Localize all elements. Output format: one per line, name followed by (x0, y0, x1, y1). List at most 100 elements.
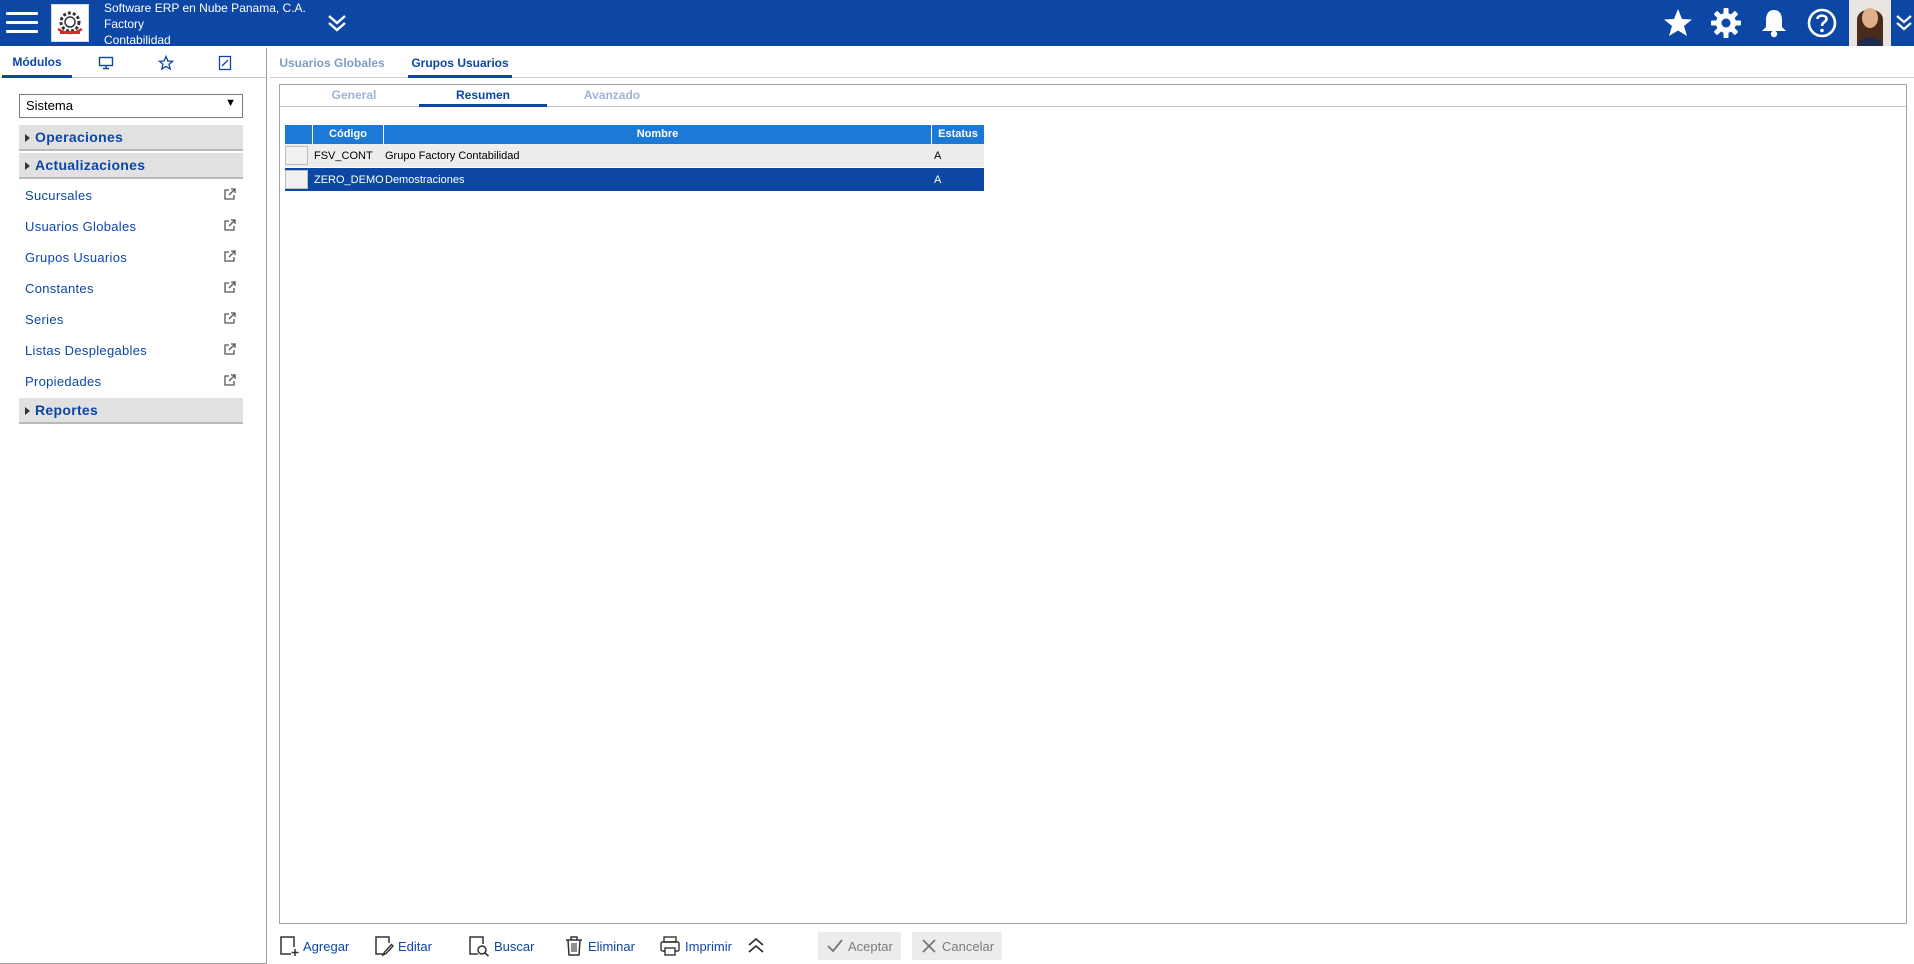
table-row[interactable]: FSV_CONT Grupo Factory Contabilidad A (285, 144, 984, 167)
subtab-label: Resumen (455, 88, 511, 102)
row-selector[interactable] (285, 146, 308, 165)
checkmark-icon (827, 939, 843, 953)
notifications-bell-icon[interactable] (1757, 6, 1791, 40)
hamburger-menu-icon[interactable] (6, 7, 38, 39)
external-link-icon[interactable] (223, 373, 237, 387)
cell-estatus: A (934, 174, 942, 186)
cell-estatus: A (934, 150, 942, 162)
collapse-toolbar-button[interactable] (745, 932, 771, 960)
agregar-label: Agregar (303, 938, 350, 954)
editar-label: Editar (398, 938, 432, 954)
sidebar-item-label: Usuarios Globales (25, 219, 137, 234)
select-arrow-icon: ▼ (225, 97, 236, 109)
cancelar-button[interactable]: Cancelar (912, 932, 1003, 960)
sidebar-item-listas-desplegables[interactable]: Listas Desplegables (25, 337, 243, 365)
external-link-icon[interactable] (223, 249, 237, 263)
sidebar-item-label: Grupos Usuarios (25, 250, 128, 265)
tab-notes[interactable] (205, 48, 245, 78)
company-module: Contabilidad (104, 33, 171, 47)
buscar-button[interactable]: Buscar (468, 932, 534, 960)
company-info: Software ERP en Nube Panama, C.A. Factor… (104, 0, 306, 48)
section-reportes-label: Reportes (35, 402, 99, 418)
search-document-icon (469, 936, 490, 957)
subtab-resumen[interactable]: Resumen (419, 85, 547, 107)
edit-icon (375, 936, 394, 957)
table-row-selected[interactable]: ZERO_DEMO Demostraciones A (285, 168, 984, 191)
caret-right-icon (25, 162, 30, 170)
column-header-codigo[interactable]: Código (313, 125, 384, 144)
grid-header: Código Nombre Estatus (285, 125, 984, 144)
tab-grupos-usuarios[interactable]: Grupos Usuarios (408, 48, 512, 78)
editar-button[interactable]: Editar (374, 932, 432, 960)
eliminar-button[interactable]: Eliminar (564, 932, 635, 960)
add-document-icon (280, 936, 299, 956)
notes-icon (218, 55, 232, 71)
cell-codigo: FSV_CONT (314, 150, 373, 162)
cell-nombre: Demostraciones (385, 174, 465, 186)
external-link-icon[interactable] (223, 311, 237, 325)
section-actualizaciones[interactable]: Actualizaciones (19, 153, 243, 179)
subtab-general[interactable]: General (300, 85, 408, 107)
printer-icon (660, 936, 680, 956)
sidebar-item-label: Constantes (25, 281, 94, 296)
main-content: Usuarios Globales Grupos Usuarios Genera… (270, 48, 1914, 964)
tab-monitor[interactable] (86, 48, 126, 78)
left-panel-tabs: Módulos (0, 48, 266, 78)
imprimir-button[interactable]: Imprimir (659, 932, 732, 960)
sidebar-item-usuarios-globales[interactable]: Usuarios Globales (25, 213, 243, 241)
tab-label: Grupos Usuarios (411, 56, 509, 70)
cancelar-label: Cancelar (942, 938, 995, 954)
module-select[interactable]: Sistema ▼ (19, 94, 243, 118)
subtab-label: General (331, 88, 377, 102)
tab-modulos-label: Módulos (12, 54, 62, 69)
section-operaciones-label: Operaciones (35, 129, 124, 145)
sidebar-item-propiedades[interactable]: Propiedades (25, 368, 243, 396)
grid-header-selector (285, 125, 313, 144)
cell-codigo: ZERO_DEMO (314, 174, 384, 186)
external-link-icon[interactable] (223, 280, 237, 294)
caret-right-icon (25, 134, 30, 142)
section-reportes[interactable]: Reportes (19, 398, 243, 424)
tab-label: Usuarios Globales (279, 56, 385, 70)
main-tabs: Usuarios Globales Grupos Usuarios (270, 48, 1914, 78)
sidebar-item-constantes[interactable]: Constantes (25, 275, 243, 303)
subtab-avanzado[interactable]: Avanzado (557, 85, 667, 107)
favorites-star-icon[interactable] (1661, 6, 1695, 40)
imprimir-label: Imprimir (685, 938, 732, 954)
caret-right-icon (25, 407, 30, 415)
section-actualizaciones-label: Actualizaciones (35, 157, 146, 173)
monitor-icon (98, 56, 114, 70)
sidebar-item-label: Listas Desplegables (25, 343, 148, 358)
user-menu-chevron-icon[interactable] (1894, 12, 1914, 34)
sidebar-item-series[interactable]: Series (25, 306, 243, 334)
help-question-icon[interactable] (1805, 6, 1839, 40)
bottom-toolbar: Agregar Editar Buscar Eliminar Imprimir … (279, 932, 1907, 964)
sidebar-item-label: Propiedades (25, 374, 102, 389)
external-link-icon[interactable] (223, 187, 237, 201)
tab-modulos[interactable]: Módulos (2, 48, 72, 78)
user-avatar[interactable] (1849, 0, 1891, 46)
sidebar-item-sucursales[interactable]: Sucursales (25, 182, 243, 210)
sub-tabs: General Resumen Avanzado (280, 85, 1906, 107)
sidebar-item-label: Series (25, 312, 64, 327)
column-header-nombre[interactable]: Nombre (384, 125, 932, 144)
row-selector[interactable] (285, 170, 308, 189)
agregar-button[interactable]: Agregar (279, 932, 349, 960)
cell-nombre: Grupo Factory Contabilidad (385, 150, 520, 162)
external-link-icon[interactable] (223, 342, 237, 356)
tab-favorites[interactable] (146, 48, 186, 78)
buscar-label: Buscar (494, 938, 535, 954)
sidebar-item-grupos-usuarios[interactable]: Grupos Usuarios (25, 244, 243, 272)
double-chevron-down-icon[interactable] (324, 10, 350, 36)
module-select-value: Sistema (26, 98, 73, 113)
aceptar-button[interactable]: Aceptar (818, 932, 901, 960)
column-header-estatus[interactable]: Estatus (932, 125, 984, 144)
subtab-label: Avanzado (583, 88, 641, 102)
sidebar-item-label: Sucursales (25, 188, 93, 203)
external-link-icon[interactable] (223, 218, 237, 232)
section-operaciones[interactable]: Operaciones (19, 125, 243, 151)
star-icon (158, 55, 174, 71)
tab-usuarios-globales[interactable]: Usuarios Globales (277, 48, 387, 78)
settings-gear-icon[interactable] (1709, 6, 1743, 40)
aceptar-label: Aceptar (848, 938, 893, 954)
